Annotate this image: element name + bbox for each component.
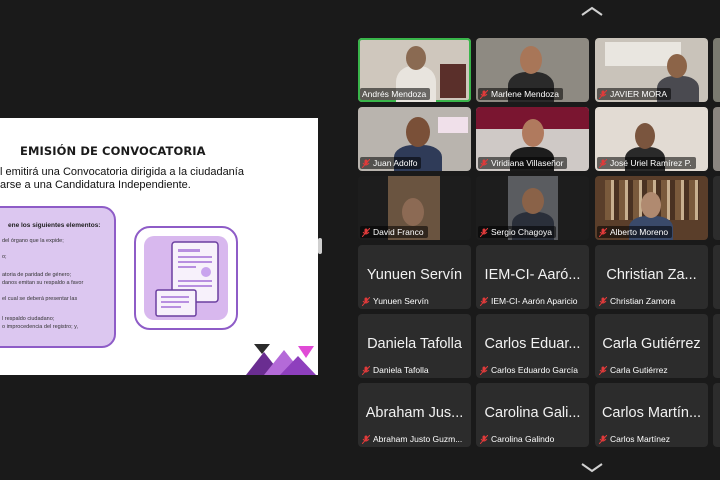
mic-muted-icon [599,158,607,168]
participant-big-name: Carolina Gali... [484,405,581,421]
participant-tile[interactable]: Juan Adolfo [358,107,471,171]
document-icon [155,241,219,317]
mic-muted-icon [599,89,607,99]
participant-name: Juan Adolfo [360,157,422,169]
participant-tile[interactable]: IEM-CI- Aaró... IEM-CI- Aarón Aparicio [476,245,589,309]
participant-tile[interactable]: José Uriel Ramírez P. [595,107,708,171]
participant-tile[interactable]: Viridiana Villaseñor [476,107,589,171]
participant-big-name: Christian Za... [606,267,697,283]
requirement-item: o; [2,254,7,260]
mic-muted-icon [480,158,488,168]
chevron-up-icon[interactable] [580,6,604,16]
participant-name: Christian Zamora [597,295,679,307]
participant-tile[interactable]: Marlene Mendoza [476,38,589,102]
slide-line-2: arse a una Candidatura Independiente. [0,179,191,191]
mic-muted-icon [362,296,370,306]
participant-name: Andrés Mendoza [360,88,431,100]
participant-name: Marlene Mendoza [478,88,564,100]
split-resize-handle[interactable] [318,238,322,254]
participant-name: Viridiana Villaseñor [478,157,568,169]
chevron-down-icon[interactable] [580,463,604,473]
participant-tile[interactable]: David Franco [358,176,471,240]
mic-muted-icon [480,296,488,306]
participant-name: Sergio Chagoya [478,226,556,238]
participant-tile[interactable]: Andrés Mendoza [358,38,471,102]
participant-tile[interactable]: JAVIER MORA [595,38,708,102]
slide-title: EMISIÓN DE CONVOCATORIA [20,144,206,158]
participant-big-name: Daniela Tafolla [367,336,462,352]
participant-name: Alberto Moreno [597,226,673,238]
mic-muted-icon [362,434,370,444]
participant-name: IEM-CI- Aarón Aparicio [478,295,581,307]
requirements-title: ene los siguientes elementos: [8,222,101,229]
participant-big-name: Abraham Jus... [365,405,464,421]
requirement-item: o improcedencia del registro; y, [2,324,79,330]
participant-name: Carlos Eduardo García [478,364,582,376]
participant-name: Carla Gutiérrez [597,364,672,376]
mic-muted-icon [362,227,370,237]
shared-screen: EMISIÓN DE CONVOCATORIA l emitirá una Co… [0,118,318,375]
participant-big-name: Yunuen Servín [366,267,463,283]
gallery-overflow-column [713,38,720,447]
mic-muted-icon [599,434,607,444]
participant-tile[interactable]: Yunuen Servín Yunuen Servín [358,245,471,309]
participant-name: David Franco [360,226,428,238]
participant-tile[interactable]: Carlos Martín... Carlos Martínez [595,383,708,447]
participant-big-name: Carlos Martín... [601,405,702,421]
participant-tile[interactable]: Alberto Moreno [595,176,708,240]
participant-big-name: Carlos Eduar... [484,336,581,352]
requirement-item: danos emitan su respaldo a favor [2,280,84,286]
decorative-triangles [246,344,316,375]
mic-muted-icon [599,365,607,375]
participant-tile[interactable]: Abraham Jus... Abraham Justo Guzm... [358,383,471,447]
participant-tile[interactable]: Daniela Tafolla Daniela Tafolla [358,314,471,378]
slide-line-1: l emitirá una Convocatoria dirigida a la… [0,166,244,178]
participant-name: Yunuen Servín [360,295,433,307]
mic-muted-icon [480,89,488,99]
participant-name: Carlos Martínez [597,433,674,445]
participant-tile[interactable]: Carla Gutiérrez Carla Gutiérrez [595,314,708,378]
participant-name: JAVIER MORA [597,88,671,100]
participant-name: Daniela Tafolla [360,364,433,376]
requirement-item: del órgano que la expide; [2,238,64,244]
mic-muted-icon [480,434,488,444]
participant-big-name: Carla Gutiérrez [602,336,701,352]
mic-muted-icon [362,365,370,375]
mic-muted-icon [480,365,488,375]
participant-name: José Uriel Ramírez P. [597,157,696,169]
mic-muted-icon [362,158,370,168]
requirement-item: atoria de paridad de género; [2,272,72,278]
requirement-item: l respaldo ciudadano; [2,316,55,322]
participant-big-name: IEM-CI- Aaró... [484,267,581,283]
mic-muted-icon [480,227,488,237]
requirements-box: ene los siguientes elementos: del órgano… [0,206,116,348]
document-illustration [134,226,238,330]
mic-muted-icon [599,296,607,306]
participant-tile[interactable]: Carlos Eduar... Carlos Eduardo García [476,314,589,378]
participant-name: Abraham Justo Guzm... [360,433,466,445]
requirement-item: el cual se deberá presentar las [2,296,78,302]
participant-name: Carolina Galindo [478,433,558,445]
participant-tile[interactable]: Christian Za... Christian Zamora [595,245,708,309]
participant-tile[interactable]: Sergio Chagoya [476,176,589,240]
mic-muted-icon [599,227,607,237]
participant-tile[interactable]: Carolina Gali... Carolina Galindo [476,383,589,447]
